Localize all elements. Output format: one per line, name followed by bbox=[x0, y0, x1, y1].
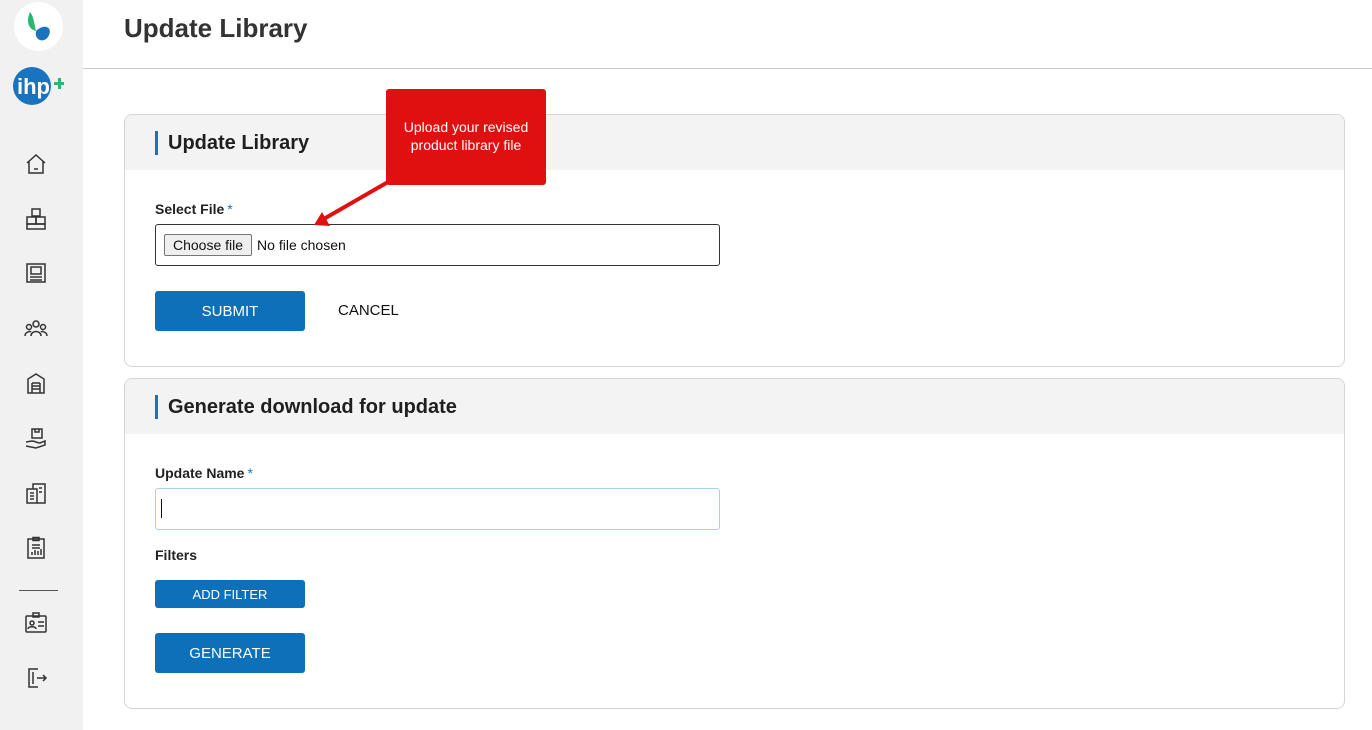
text-cursor bbox=[161, 499, 162, 518]
callout-annotation: Upload your revised product library file bbox=[386, 89, 546, 185]
reports-icon[interactable] bbox=[22, 479, 50, 507]
svg-text:ihp: ihp bbox=[17, 74, 50, 99]
profile-card-icon[interactable] bbox=[22, 609, 50, 637]
card-title: Update Library bbox=[155, 131, 309, 155]
update-name-input[interactable] bbox=[155, 488, 720, 530]
generate-download-card: Generate download for update Update Name… bbox=[124, 378, 1345, 709]
logout-icon[interactable] bbox=[22, 664, 50, 692]
file-input[interactable]: Choose file No file chosen bbox=[155, 224, 720, 266]
sidebar-divider bbox=[19, 590, 58, 591]
choose-file-button[interactable]: Choose file bbox=[164, 234, 253, 256]
top-bar: Update Library bbox=[83, 0, 1372, 69]
catalog-icon[interactable] bbox=[22, 259, 50, 287]
callout-arrow-icon bbox=[314, 180, 389, 226]
card-header: Generate download for update bbox=[125, 379, 1344, 434]
cancel-button[interactable]: CANCEL bbox=[338, 302, 399, 319]
generate-button[interactable]: GENERATE bbox=[155, 633, 305, 673]
update-name-label: Update Name * bbox=[155, 465, 253, 481]
submit-button[interactable]: SUBMIT bbox=[155, 291, 305, 331]
brand-leaf-logo bbox=[14, 2, 63, 51]
card-title: Generate download for update bbox=[155, 395, 457, 419]
required-mark: * bbox=[227, 201, 233, 217]
home-icon[interactable] bbox=[22, 150, 50, 178]
hand-package-icon[interactable] bbox=[22, 424, 50, 452]
select-file-label: Select File * bbox=[155, 201, 233, 217]
ihp-logo: ihp bbox=[12, 66, 65, 106]
add-filter-button[interactable]: ADD FILTER bbox=[155, 580, 305, 608]
page-title: Update Library bbox=[124, 13, 308, 43]
warehouse-icon[interactable] bbox=[22, 369, 50, 397]
users-group-icon[interactable] bbox=[22, 314, 50, 342]
card-header: Update Library bbox=[125, 115, 1344, 170]
clipboard-chart-icon[interactable] bbox=[22, 534, 50, 562]
filters-label: Filters bbox=[155, 547, 198, 563]
boxes-icon[interactable] bbox=[22, 205, 50, 233]
sidebar: ihp bbox=[0, 0, 83, 730]
update-library-card: Update Library Select File * Choose file … bbox=[124, 114, 1345, 367]
required-mark: * bbox=[247, 465, 253, 481]
